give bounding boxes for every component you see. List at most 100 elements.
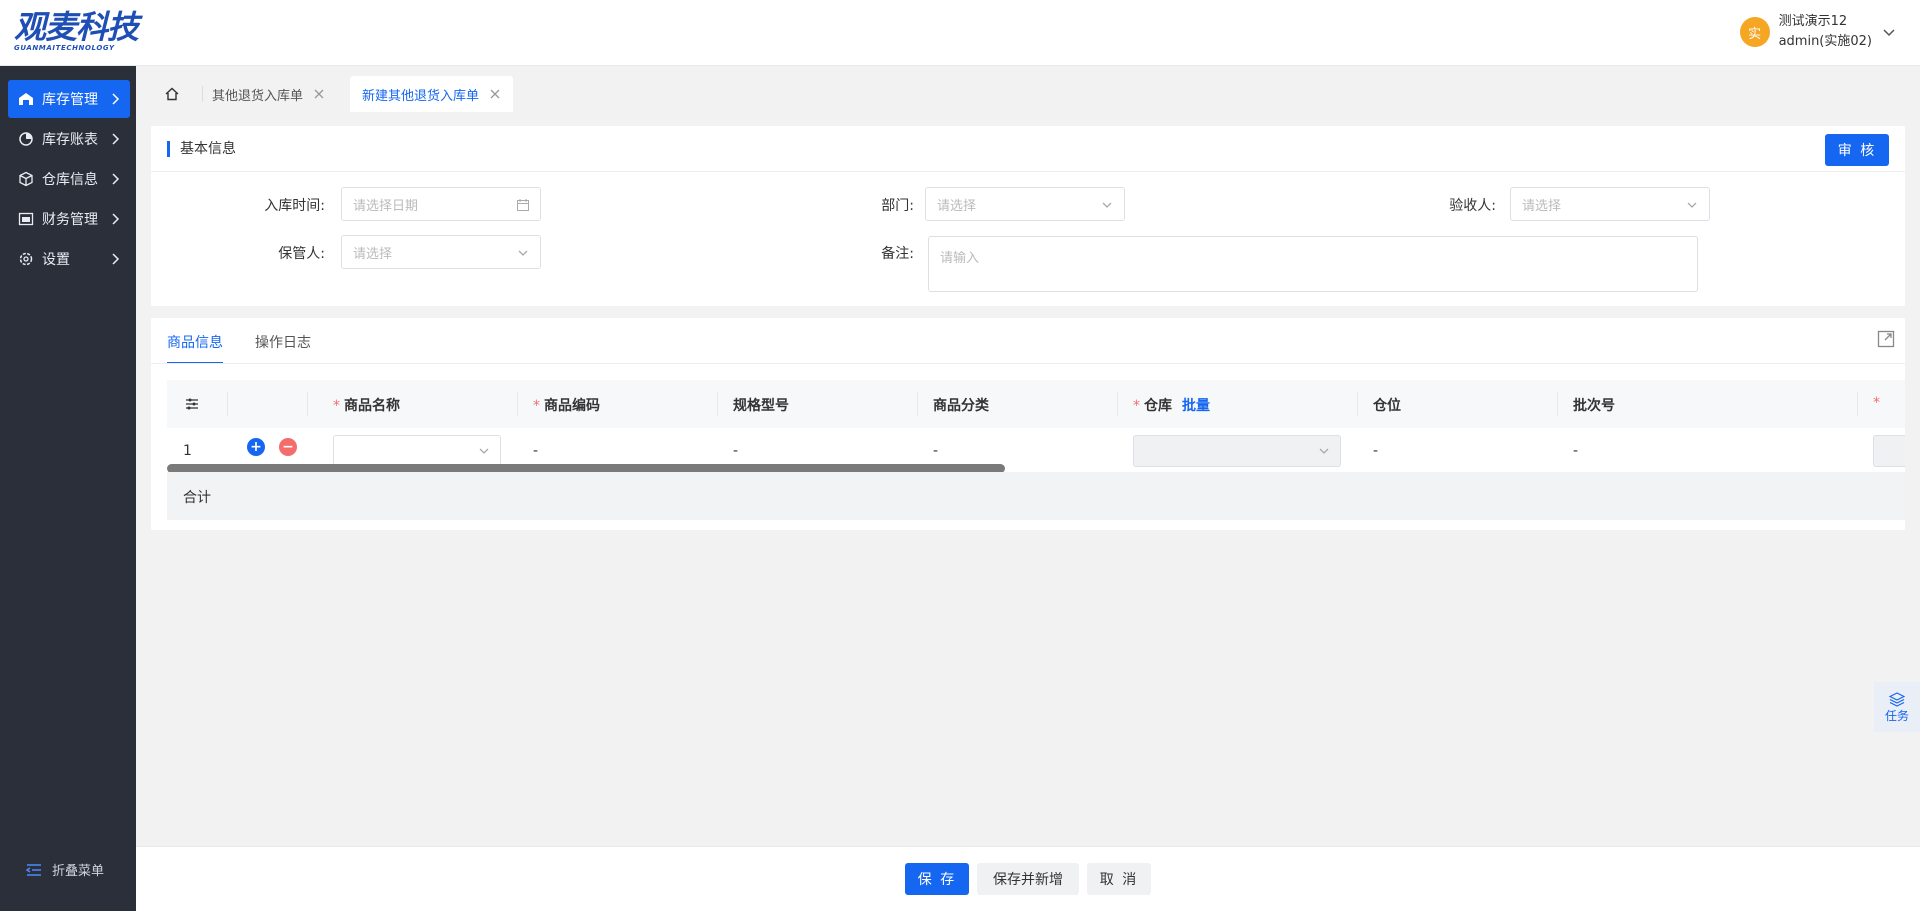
user-menu[interactable]: 实 测试演示12 admin(实施02) [1739,12,1896,52]
tab-label: 新建其他退货入库单 [362,88,480,104]
time-label: 入库时间: [264,198,325,214]
sidebar-item-label: 仓库信息 [42,172,98,188]
export-icon[interactable] [1877,330,1895,348]
column-divider [227,392,228,416]
sidebar-item-label: 库存管理 [42,92,98,108]
remark-textarea[interactable]: 请输入 [928,236,1698,292]
checker-select[interactable]: 请选择 [1510,187,1710,221]
basic-info-card: 基本信息 审 核 入库时间: 请选择日期 部门: 请选择 验收人: 请选择 保管… [151,126,1905,306]
warehouse-icon [18,91,34,107]
sidebar-item-label: 设置 [42,252,70,268]
sidebar-item-label: 财务管理 [42,212,98,228]
add-row-button[interactable]: + [247,438,265,456]
required-mark: * [533,398,540,414]
gear-icon [18,251,34,267]
save-and-new-button[interactable]: 保存并新增 [977,863,1079,895]
cell-category: - [933,443,939,459]
save-button[interactable]: 保 存 [905,863,969,895]
tab-operation-log[interactable]: 操作日志 [255,332,311,364]
cell-spec: - [733,443,739,459]
chevron-down-icon [1102,202,1112,208]
column-header-category: 商品分类 [933,398,989,414]
column-divider [1857,392,1858,416]
column-divider [307,392,308,416]
required-mark: * [333,398,340,414]
task-button[interactable]: 任务 [1874,682,1920,732]
pie-chart-icon [18,131,34,147]
card-header: 基本信息 审 核 [151,126,1905,172]
table-header: * 商品名称 * 商品编码 规格型号 商品分类 * 仓库 批量 仓位 批次号 * [167,380,1905,428]
chevron-down-icon [518,250,528,256]
close-icon[interactable] [489,88,501,100]
column-divider [917,392,918,416]
collapse-menu-label: 折叠菜单 [52,864,105,879]
keeper-placeholder: 请选择 [353,246,393,262]
dept-label: 部门: [881,198,914,214]
required-mark: * [1873,395,1880,411]
dept-select[interactable]: 请选择 [925,187,1125,221]
column-header-warehouse: * 仓库 批量 [1133,398,1210,414]
tab-label: 其他退货入库单 [212,88,304,104]
tab-goods-info[interactable]: 商品信息 [167,332,223,364]
audit-button[interactable]: 审 核 [1825,134,1889,166]
column-header-truncated: * [1873,395,1884,411]
column-divider [1557,392,1558,416]
goods-name-select[interactable] [333,435,501,467]
sidebar: 库存管理 库存账表 仓库信息 财务管理 设置 折叠菜单 [0,66,136,911]
layers-icon [1889,691,1905,707]
user-info: 测试演示12 admin(实施02) [1779,12,1872,52]
chevron-right-icon [112,213,120,225]
goods-table: * 商品名称 * 商品编码 规格型号 商品分类 * 仓库 批量 仓位 批次号 * 1 +… [167,380,1905,520]
batch-set-link[interactable]: 批量 [1182,398,1210,414]
delete-row-button[interactable]: − [279,438,297,456]
column-header-name: * 商品名称 [333,398,400,414]
footer-actions: 保 存 保存并新增 取 消 [136,846,1920,911]
row-index: 1 [183,443,192,459]
warehouse-select[interactable] [1133,435,1341,467]
required-mark: * [1133,398,1140,414]
tabs-divider [151,363,1905,364]
sidebar-item-finance[interactable]: 财务管理 [8,200,130,238]
sidebar-item-warehouse-info[interactable]: 仓库信息 [8,160,130,198]
user-name: 测试演示12 [1778,14,1848,29]
cancel-button[interactable]: 取 消 [1087,863,1151,895]
sidebar-item-label: 库存账表 [42,132,98,148]
user-account: admin(实施02) [1778,34,1872,49]
column-header-position: 仓位 [1373,398,1401,414]
chevron-down-icon[interactable] [1882,25,1896,39]
column-divider [1117,392,1118,416]
home-icon [165,87,179,101]
cell-batch-no: - [1573,443,1579,459]
tab-other-return-list[interactable]: 其他退货入库单 [200,76,337,112]
column-header-spec: 规格型号 [733,398,789,414]
table-summary-row: 合计 [167,472,1905,520]
checker-placeholder: 请选择 [1522,198,1562,214]
keeper-label: 保管人: [278,246,325,262]
chevron-down-icon [479,448,489,454]
column-header-code: * 商品编码 [533,398,600,414]
brand-logo[interactable]: 观麦科技 GUANMAITECHNOLOGY [14,10,154,56]
tab-home[interactable] [152,76,192,112]
close-icon[interactable] [313,88,325,100]
sidebar-item-inventory[interactable]: 库存管理 [8,80,130,118]
keeper-select[interactable]: 请选择 [341,235,541,269]
chevron-down-icon [1319,448,1329,454]
column-header-batch-no: 批次号 [1573,398,1615,414]
calendar-icon [517,199,529,211]
avatar: 实 [1739,17,1770,47]
goods-card: 商品信息 操作日志 * 商品名称 * 商品编码 规格型号 商品分类 * 仓库 批量 仓位… [151,318,1905,530]
dept-placeholder: 请选择 [937,198,977,214]
logo-cn: 观麦科技 [14,8,139,46]
chevron-right-icon [112,93,120,105]
tab-new-other-return[interactable]: 新建其他退货入库单 [350,76,514,112]
sidebar-item-stock-report[interactable]: 库存账表 [8,120,130,158]
collapse-menu-button[interactable]: 折叠菜单 [26,860,104,879]
date-placeholder: 请选择日期 [353,198,419,214]
top-header: 观麦科技 GUANMAITECHNOLOGY 实 测试演示12 admin(实施… [0,0,1920,66]
truncated-input[interactable] [1873,435,1905,467]
checker-label: 验收人: [1449,198,1496,214]
chevron-down-icon [1687,202,1697,208]
date-picker[interactable]: 请选择日期 [341,187,541,221]
sidebar-item-settings[interactable]: 设置 [8,240,130,278]
column-settings-icon[interactable] [185,397,199,411]
